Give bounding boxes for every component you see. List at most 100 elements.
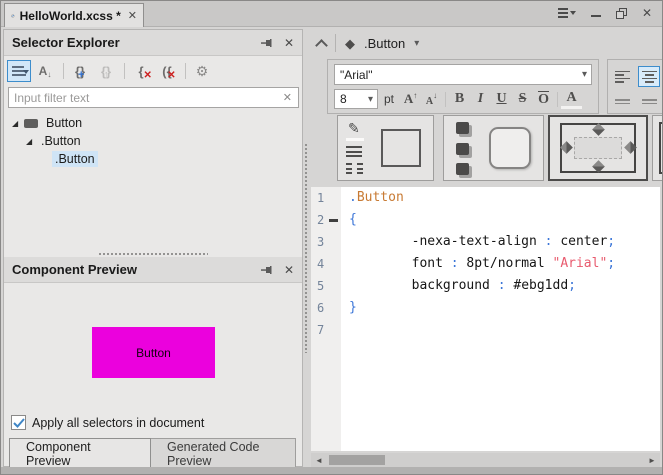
tree-item[interactable]: ◢.Button bbox=[4, 132, 302, 150]
line-number: 4 bbox=[311, 253, 341, 275]
font-family-combo[interactable]: "Arial" ▾ bbox=[334, 64, 592, 85]
preview-button[interactable]: Button bbox=[92, 327, 215, 378]
code-line: font : 8pt/normal "Arial"; bbox=[341, 253, 660, 275]
add-selector-button[interactable]: {}+ bbox=[68, 60, 92, 82]
document-tabbar: HelloWorld.xcss * ✕ ✕ bbox=[1, 1, 662, 27]
underline-button[interactable]: U bbox=[491, 89, 512, 109]
tree-item[interactable]: .Button bbox=[4, 150, 302, 168]
minimize-icon[interactable] bbox=[591, 15, 601, 17]
layer-icon bbox=[456, 163, 469, 175]
code-line: { bbox=[341, 209, 660, 231]
filter-box: ✕ bbox=[8, 87, 299, 108]
gear-icon: ⚙ bbox=[196, 63, 209, 80]
chevron-down-icon: ▾ bbox=[368, 94, 377, 105]
selector-explorer-header: Selector Explorer ✕ bbox=[4, 30, 302, 56]
format-button-row: pt A↑ A↓ B I U S O A bbox=[384, 89, 582, 109]
layer-icon bbox=[456, 122, 469, 134]
code-editor[interactable]: .Button{ -nexa-text-align : center; font… bbox=[341, 187, 660, 451]
dashed-style-icon bbox=[346, 163, 363, 174]
pin-icon[interactable] bbox=[260, 37, 272, 49]
selector-explorer-title: Selector Explorer bbox=[12, 35, 260, 50]
restore-icon[interactable] bbox=[616, 8, 627, 19]
align-center-button[interactable] bbox=[638, 66, 660, 87]
border-style-tile[interactable]: ✎ bbox=[337, 115, 434, 181]
selector-explorer-toolbar: A↓ {}+ {}↑ {✕ ({✕ ⚙ bbox=[4, 57, 302, 85]
line-number: 2 bbox=[311, 209, 341, 231]
valign-top-button[interactable] bbox=[612, 91, 634, 112]
tree-item-label: .Button bbox=[52, 151, 98, 167]
background-preview-box bbox=[489, 127, 531, 169]
apply-selector-button-disabled[interactable]: {}↑ bbox=[94, 60, 118, 82]
selector-dropdown-icon[interactable]: ▾ bbox=[414, 38, 419, 49]
app-window: HelloWorld.xcss * ✕ ✕ Selector Explorer … bbox=[0, 0, 663, 475]
font-group: "Arial" ▾ 8 ▾ pt A↑ A↓ B I U S O A bbox=[327, 59, 599, 114]
code-line: } bbox=[341, 297, 660, 319]
line-number: 3 bbox=[311, 231, 341, 253]
partial-style-tile[interactable] bbox=[652, 115, 662, 181]
document-tab-title: HelloWorld.xcss * bbox=[20, 9, 121, 23]
component-preview-header: Component Preview ✕ bbox=[4, 257, 302, 283]
overline-button[interactable]: O bbox=[533, 89, 554, 109]
document-tab[interactable]: HelloWorld.xcss * ✕ bbox=[4, 3, 144, 27]
delete-selector-button[interactable]: {✕ bbox=[129, 60, 153, 82]
style-editor-panel: ◆ .Button ▾ "Arial" ▾ 8 ▾ pt A↑ A↓ B I U… bbox=[309, 29, 662, 467]
apply-selectors-checkbox[interactable] bbox=[11, 415, 26, 430]
code-gutter: 1234567 bbox=[311, 187, 341, 451]
panel-close-icon[interactable]: ✕ bbox=[284, 263, 294, 277]
horizontal-scrollbar[interactable]: ◄ ► bbox=[311, 453, 660, 467]
line-style-icon bbox=[346, 146, 362, 157]
delete-unused-selectors-button[interactable]: ({✕ bbox=[155, 60, 179, 82]
strikethrough-button[interactable]: S bbox=[512, 89, 533, 109]
font-size-combo[interactable]: 8 ▾ bbox=[334, 89, 378, 109]
settings-gear-button[interactable]: ⚙ bbox=[190, 60, 214, 82]
decrease-font-button[interactable]: A↓ bbox=[421, 89, 442, 109]
apply-selectors-label: Apply all selectors in document bbox=[32, 416, 204, 430]
sort-selectors-button[interactable] bbox=[7, 60, 31, 82]
align-left-button[interactable] bbox=[612, 66, 634, 87]
sort-alphabetical-button[interactable]: A↓ bbox=[33, 60, 57, 82]
filter-input[interactable] bbox=[9, 91, 277, 105]
line-number: 1 bbox=[311, 187, 341, 209]
xcss-file-icon bbox=[11, 9, 15, 23]
italic-button[interactable]: I bbox=[470, 89, 491, 109]
filter-clear-icon[interactable]: ✕ bbox=[277, 91, 298, 104]
background-style-tile[interactable] bbox=[443, 115, 544, 181]
panel-close-icon[interactable]: ✕ bbox=[284, 36, 294, 50]
scroll-left-icon[interactable]: ◄ bbox=[311, 456, 327, 465]
collapse-chevron-icon[interactable] bbox=[315, 39, 328, 52]
tab-component-preview[interactable]: Component Preview bbox=[9, 438, 151, 468]
tab-close-icon[interactable]: ✕ bbox=[128, 9, 137, 22]
scroll-right-icon[interactable]: ► bbox=[644, 456, 660, 465]
code-line: -nexa-text-align : center; bbox=[341, 231, 660, 253]
code-line bbox=[341, 319, 660, 341]
unit-label: pt bbox=[384, 92, 394, 106]
scrollbar-thumb[interactable] bbox=[329, 455, 385, 465]
font-size-value: 8 bbox=[335, 92, 368, 106]
style-editor-header: ◆ .Button ▾ bbox=[309, 29, 662, 57]
pin-icon[interactable] bbox=[260, 264, 272, 276]
tree-expander-icon[interactable]: ◢ bbox=[26, 137, 38, 146]
tab-generated-code-preview[interactable]: Generated Code Preview bbox=[151, 438, 296, 468]
window-menu-icon[interactable] bbox=[558, 8, 576, 18]
window-close-icon[interactable]: ✕ bbox=[642, 7, 652, 19]
font-color-button[interactable]: A bbox=[561, 90, 582, 109]
window-controls: ✕ bbox=[558, 7, 652, 19]
tree-item[interactable]: ◢ Button bbox=[4, 114, 302, 132]
status-strip bbox=[1, 467, 662, 474]
preview-tabbar: Component Preview Generated Code Preview bbox=[4, 438, 302, 468]
fold-marker[interactable] bbox=[329, 219, 338, 222]
tree-expander-icon[interactable]: ◢ bbox=[12, 119, 24, 128]
code-line: .Button bbox=[341, 187, 660, 209]
code-line: background : #ebg1dd; bbox=[341, 275, 660, 297]
horizontal-splitter[interactable] bbox=[4, 250, 302, 257]
padding-style-tile[interactable] bbox=[548, 115, 648, 181]
bold-button[interactable]: B bbox=[449, 89, 470, 109]
tree-item-label: Button bbox=[43, 115, 85, 131]
button-shape-icon bbox=[24, 119, 38, 128]
font-family-value: "Arial" bbox=[335, 68, 582, 82]
selector-diamond-icon: ◆ bbox=[345, 37, 355, 50]
tree-item-label: .Button bbox=[38, 133, 84, 149]
increase-font-button[interactable]: A↑ bbox=[400, 89, 421, 109]
left-dock: Selector Explorer ✕ A↓ {}+ bbox=[3, 29, 303, 467]
valign-middle-button[interactable] bbox=[638, 91, 660, 112]
